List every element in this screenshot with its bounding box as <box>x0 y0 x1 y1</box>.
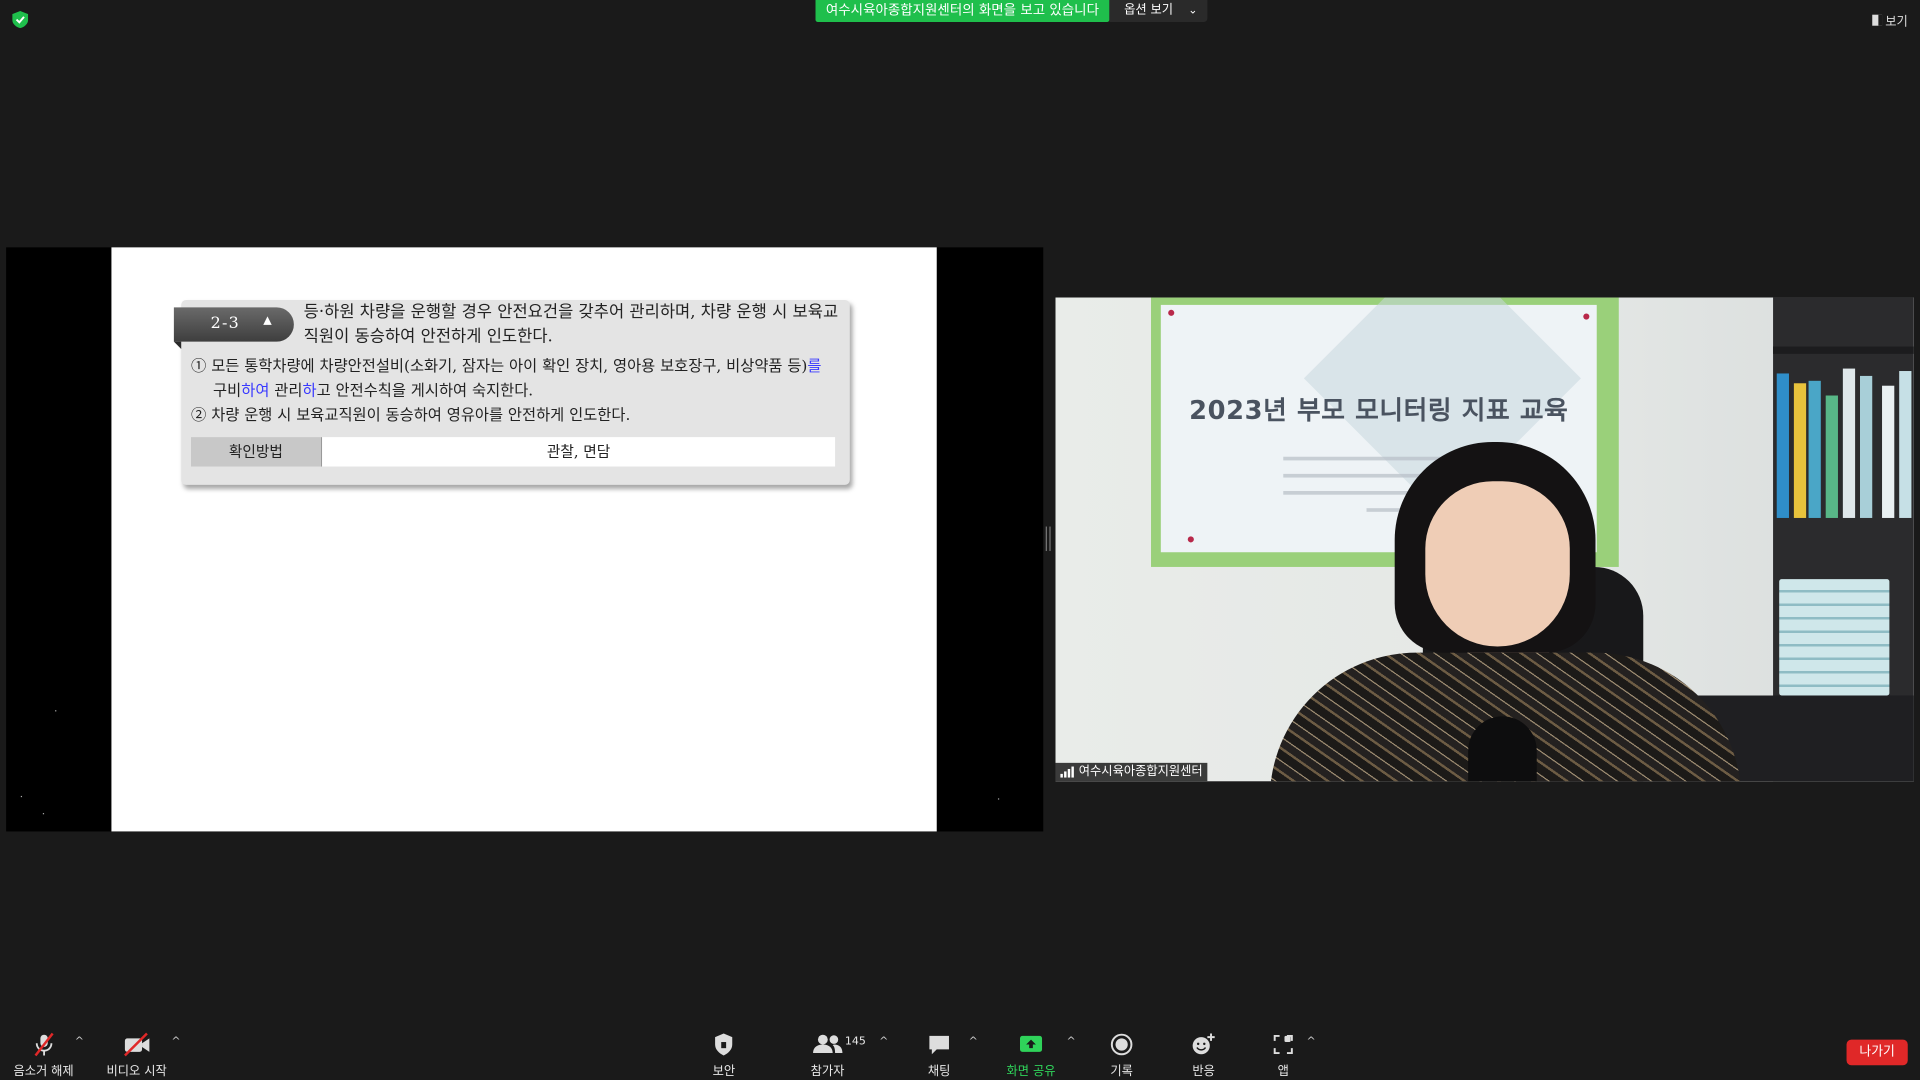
view-layout-icon <box>1871 14 1882 26</box>
noise-speck <box>997 798 1000 800</box>
security-button[interactable]: 보안 <box>712 1031 736 1079</box>
item1-text-e: 관리 <box>269 380 303 400</box>
participants-options-caret-icon[interactable]: ^ <box>879 1036 888 1048</box>
checklist-item-2: ② 차량 운행 시 보육교직원이 동승하여 영유아를 안전하게 인도한다. <box>191 405 631 424</box>
record-button[interactable]: 기록 <box>1109 1031 1133 1079</box>
security-shield-icon[interactable] <box>12 11 29 29</box>
connection-signal-icon <box>1060 766 1074 778</box>
apps-label: 앱 <box>1277 1065 1289 1079</box>
video-options-caret-icon[interactable]: ^ <box>171 1036 180 1048</box>
screen-share-banner: 여수시육아종합지원센터의 화면을 보고 있습니다 <box>815 0 1110 23</box>
book <box>1808 380 1821 518</box>
participant-name-label: 여수시육아종합지원센터 <box>1055 762 1208 782</box>
meeting-toolbar: 음소거 해제 ^ 비디오 시작 ^ 보안 참가자 145 ^ 채팅 ^ 화면 공… <box>0 1026 1920 1080</box>
book <box>1825 395 1838 518</box>
unmute-label: 음소거 해제 <box>13 1065 74 1079</box>
chevron-down-icon: ⌄ <box>1188 4 1198 18</box>
participant-name: 여수시육아종합지원센터 <box>1078 765 1203 779</box>
start-video-button[interactable]: 비디오 시작 <box>107 1031 167 1079</box>
item1-text-c: 구비 <box>213 380 242 400</box>
view-options-button[interactable]: 옵션 보기 ⌄ <box>1109 0 1208 23</box>
view-toggle-label: 보기 <box>1885 15 1908 30</box>
book <box>1842 368 1856 518</box>
noise-speck <box>20 795 23 798</box>
record-label: 기록 <box>1110 1065 1133 1079</box>
chat-button[interactable]: 채팅 <box>927 1031 951 1079</box>
verification-method-row: 확인방법 관찰, 면담 <box>191 437 836 467</box>
participants-button[interactable]: 참가자 <box>810 1031 845 1079</box>
item1-text-a: ① 모든 통학차량에 차량안전설비(소화기, 잠자는 아이 확인 장치, 영아용… <box>191 356 808 375</box>
indicator-number-tag: 2-3 <box>173 307 294 342</box>
reactions-button[interactable]: 반응 <box>1190 1031 1217 1079</box>
indicator-card: 2-3 ▲ 등·하원 차량을 운행할 경우 안전요건을 갖추어 관리하며, 차량… <box>173 300 850 485</box>
split-view-resize-handle[interactable] <box>1045 526 1051 552</box>
item1-text-d: 하여 <box>241 380 270 400</box>
book <box>1776 373 1789 518</box>
item1-text-f: 하 <box>302 380 317 400</box>
chat-label: 채팅 <box>927 1065 951 1079</box>
presentation-slide: 2-3 ▲ 등·하원 차량을 운행할 경우 안전요건을 갖추어 관리하며, 차량… <box>111 247 937 832</box>
microphone-muted-icon <box>31 1031 55 1058</box>
item1-text-g: 고 안전수칙을 게시하여 숙지한다. <box>316 380 534 400</box>
pin-icon <box>1168 309 1175 316</box>
share-screen-icon <box>1018 1031 1045 1058</box>
book <box>1793 383 1807 518</box>
share-screen-label: 화면 공유 <box>1006 1065 1056 1079</box>
apps-button[interactable]: 앱 <box>1271 1031 1295 1079</box>
security-label: 보안 <box>712 1065 736 1079</box>
verification-method-label: 확인방법 <box>191 437 321 467</box>
shared-screen[interactable]: 2-3 ▲ 등·하원 차량을 운행할 경우 안전요건을 갖추어 관리하며, 차량… <box>6 247 1044 832</box>
book <box>1860 375 1873 518</box>
tag-fold <box>173 341 182 349</box>
share-screen-button[interactable]: 화면 공유 <box>1006 1031 1056 1079</box>
noise-speck <box>42 813 45 815</box>
pin-icon <box>1187 536 1194 543</box>
apps-icon <box>1271 1031 1295 1058</box>
participants-label: 참가자 <box>810 1065 845 1079</box>
book <box>1882 385 1895 518</box>
shelf-board <box>1773 346 1914 354</box>
book <box>1899 371 1912 518</box>
record-icon <box>1109 1031 1133 1058</box>
microphone <box>1468 716 1537 782</box>
mouse-cursor-icon: ▲ <box>263 314 272 327</box>
storage-drawers <box>1779 579 1890 696</box>
chat-bubble-icon <box>927 1031 951 1058</box>
participants-count-badge: 145 <box>844 1035 866 1049</box>
shield-icon <box>713 1031 735 1058</box>
person-face <box>1425 481 1570 647</box>
checklist-item-1: ① 모든 통학차량에 차량안전설비(소화기, 잠자는 아이 확인 장치, 영아용… <box>191 354 840 403</box>
participants-icon <box>812 1031 844 1058</box>
verification-method-value: 관찰, 면담 <box>320 437 836 467</box>
chat-options-caret-icon[interactable]: ^ <box>969 1036 978 1048</box>
view-options-label: 옵션 보기 <box>1124 3 1174 18</box>
video-off-icon <box>122 1031 151 1058</box>
apps-options-caret-icon[interactable]: ^ <box>1307 1036 1316 1048</box>
banner-title: 2023년 부모 모니터링 지표 교육 <box>1189 395 1569 425</box>
share-options-caret-icon[interactable]: ^ <box>1067 1036 1076 1048</box>
emoji-plus-icon <box>1190 1031 1217 1058</box>
participant-video-tile[interactable]: 2023년 부모 모니터링 지표 교육 여수시육아종합지원센터 <box>1055 297 1914 782</box>
noise-speck <box>55 710 57 712</box>
view-toggle-button[interactable]: 보기 <box>1871 11 1908 30</box>
item1-text-b: 를 <box>807 356 822 375</box>
reactions-label: 반응 <box>1192 1065 1215 1079</box>
leave-meeting-button[interactable]: 나가기 <box>1846 1039 1908 1066</box>
start-video-label: 비디오 시작 <box>106 1065 167 1079</box>
unmute-button[interactable]: 음소거 해제 <box>13 1031 74 1079</box>
audio-options-caret-icon[interactable]: ^ <box>75 1036 84 1048</box>
pin-icon <box>1583 313 1590 320</box>
indicator-title: 등·하원 차량을 운행할 경우 안전요건을 갖추어 관리하며, 차량 운행 시 … <box>303 302 839 347</box>
